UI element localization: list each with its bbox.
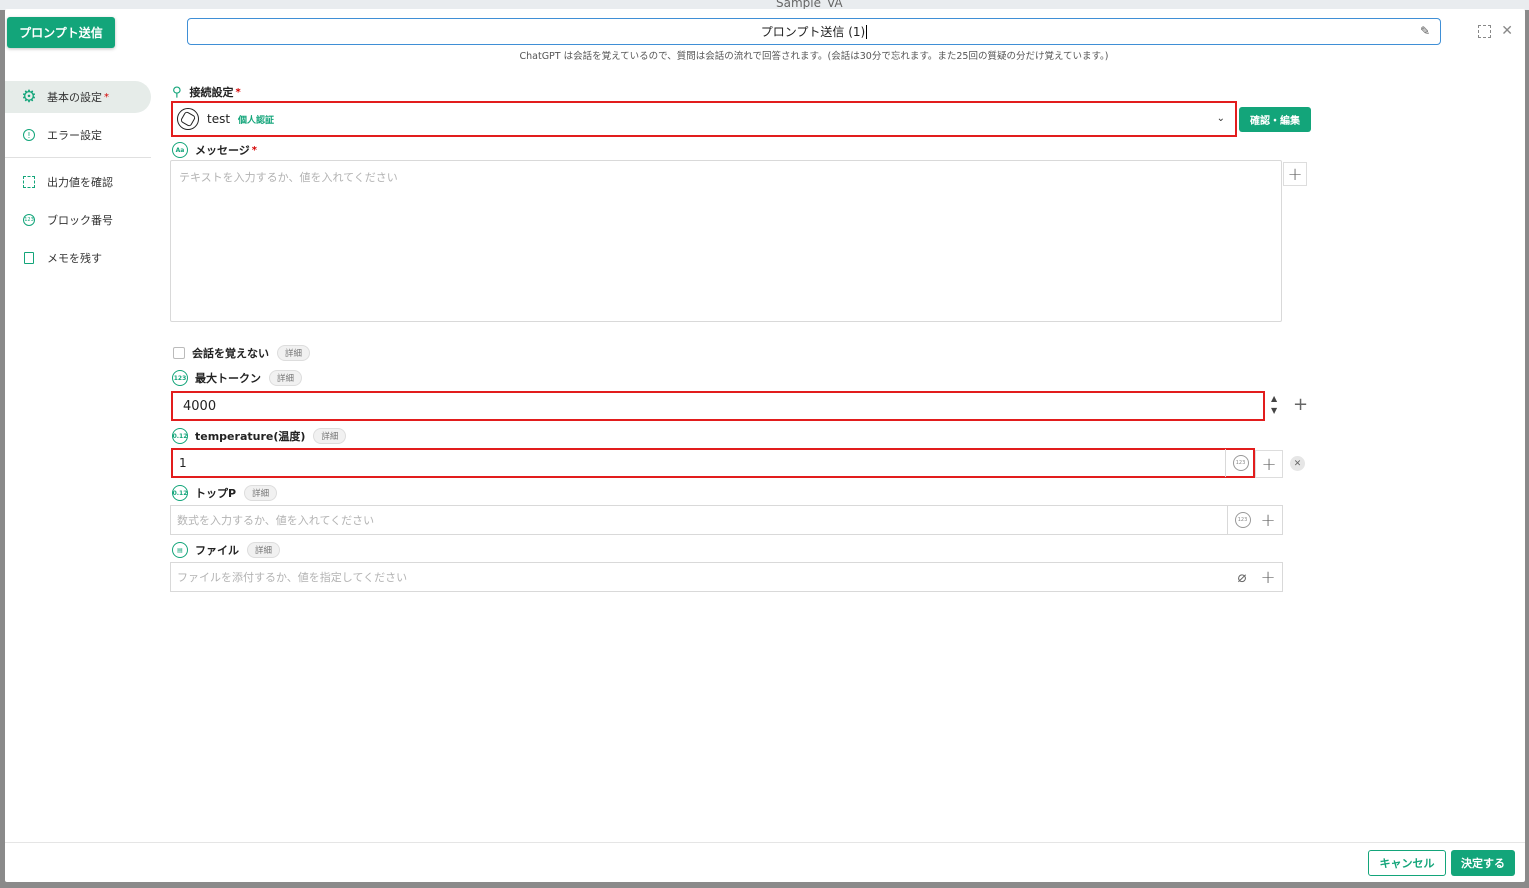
temperature-label: 0.12 temperature(温度) 詳細 [172, 428, 347, 444]
detail-button[interactable]: 詳細 [269, 370, 303, 386]
file-placeholder: ファイルを添付するか、値を指定してください [177, 571, 408, 584]
no-memory-label-text: 会話を覚えない [192, 347, 269, 360]
text-field-icon: Aa [172, 142, 188, 158]
message-add-button[interactable]: + [1283, 162, 1307, 186]
required-mark: * [251, 144, 258, 156]
openai-logo-icon [177, 108, 199, 130]
attach-button[interactable]: ⌀ [1227, 562, 1257, 592]
chevron-down-icon: ⌄ [1216, 113, 1225, 124]
spin-down-icon[interactable]: ▼ [1271, 405, 1277, 417]
required-mark: * [235, 86, 241, 98]
paperclip-icon: ⌀ [1237, 568, 1247, 586]
max-tokens-label: 123 最大トークン 詳細 [172, 370, 303, 386]
required-mark: * [104, 91, 109, 103]
max-tokens-add-button[interactable]: + [1293, 394, 1308, 415]
file-label: ▤ ファイル 詳細 [172, 542, 281, 558]
block-settings-modal: プロンプト送信 プロンプト送信 (1) ✎ ChatGPT は会話を覚えているの… [5, 9, 1525, 882]
temperature-number-toggle[interactable]: 123 [1225, 449, 1255, 477]
number-circle-icon: 123 [172, 370, 188, 386]
detail-button[interactable]: 詳細 [244, 485, 278, 501]
detail-button[interactable]: 詳細 [277, 345, 311, 361]
top-p-label-text: トップP [195, 487, 237, 500]
frame-icon [19, 172, 39, 192]
number-circle-icon: 123 [1234, 512, 1251, 528]
no-memory-checkbox[interactable] [173, 347, 185, 359]
detail-button[interactable]: 詳細 [313, 428, 347, 444]
file-add-button[interactable]: + [1256, 565, 1280, 589]
temperature-value: 1 [179, 456, 187, 470]
message-placeholder: テキストを入力するか、値を入れてください [179, 171, 398, 184]
clear-icon[interactable]: ✕ [1290, 456, 1305, 471]
block-title-input[interactable]: プロンプト送信 (1) ✎ [187, 18, 1441, 45]
temperature-label-text: temperature(温度) [195, 430, 306, 443]
close-icon[interactable]: ✕ [1501, 23, 1513, 39]
pencil-icon[interactable]: ✎ [1420, 24, 1430, 38]
sidebar-item-error[interactable]: ! エラー設定 [5, 119, 155, 151]
top-p-placeholder: 数式を入力するか、値を入れてください [177, 514, 375, 527]
connection-value: test [207, 112, 231, 126]
modal-footer [5, 842, 1525, 882]
connection-select[interactable]: test 個人認証 ⌄ [171, 101, 1237, 137]
temperature-add-button[interactable]: + [1255, 450, 1283, 478]
connection-label-text: 接続設定 [189, 86, 234, 99]
top-p-label: 0.12 トップP 詳細 [172, 485, 278, 501]
max-tokens-value: 4000 [183, 398, 217, 414]
memory-note: ChatGPT は会話を覚えているので、質問は会話の流れで回答されます。(会話は… [519, 51, 1109, 62]
number-circle-icon: 123 [1232, 455, 1249, 471]
sidebar-item-basic[interactable]: ⚙ 基本の設定 * [5, 81, 151, 113]
top-p-number-toggle[interactable]: 123 [1227, 505, 1257, 535]
message-label-text: メッセージ [195, 144, 250, 157]
block-type-button[interactable]: プロンプト送信 [7, 17, 115, 48]
confirm-edit-button[interactable]: 確認・編集 [1239, 107, 1311, 132]
memo-icon [19, 248, 39, 268]
message-label: Aa メッセージ * [172, 142, 257, 158]
settings-sidebar: ⚙ 基本の設定 * ! エラー設定 出力値を確認 123 ブロック番号 メモを残… [5, 81, 155, 280]
file-input[interactable]: ファイルを添付するか、値を指定してください [170, 562, 1283, 592]
gear-icon: ⚙ [21, 87, 37, 107]
max-tokens-input[interactable]: 4000 [171, 391, 1265, 421]
number-circle-icon: 123 [19, 210, 39, 230]
decimal-circle-icon: 0.12 [172, 428, 188, 444]
sidebar-item-block-number[interactable]: 123 ブロック番号 [5, 204, 155, 236]
max-tokens-label-text: 最大トークン [195, 372, 261, 385]
file-label-text: ファイル [195, 544, 239, 557]
sidebar-divider [5, 157, 151, 158]
sidebar-item-label: 出力値を確認 [47, 176, 113, 189]
connection-label: ⚲ 接続設定 * [172, 84, 241, 100]
block-title-value: プロンプト送信 (1) [760, 25, 866, 39]
sidebar-item-memo[interactable]: メモを残す [5, 242, 155, 274]
confirm-button[interactable]: 決定する [1451, 850, 1515, 876]
cancel-button[interactable]: キャンセル [1368, 850, 1446, 876]
sidebar-item-label: 基本の設定 [47, 91, 102, 104]
top-p-add-button[interactable]: + [1256, 508, 1280, 532]
alert-circle-icon: ! [19, 125, 39, 145]
spin-up-icon[interactable]: ▲ [1271, 393, 1277, 405]
file-icon: ▤ [172, 542, 188, 558]
sidebar-item-label: エラー設定 [47, 129, 102, 142]
decimal-circle-icon: 0.12 [172, 485, 188, 501]
message-textarea[interactable]: テキストを入力するか、値を入れてください [170, 160, 1282, 322]
top-right-icons: ✕ [1478, 23, 1513, 39]
number-spinner[interactable]: ▲ ▼ [1271, 393, 1277, 417]
auth-badge: 個人認証 [238, 115, 275, 126]
detail-button[interactable]: 詳細 [247, 542, 281, 558]
no-memory-label: 会話を覚えない 詳細 [192, 345, 311, 361]
sidebar-item-output[interactable]: 出力値を確認 [5, 166, 155, 198]
text-caret [866, 24, 868, 39]
plug-icon: ⚲ [172, 84, 182, 100]
top-p-input[interactable]: 数式を入力するか、値を入れてください [170, 505, 1283, 535]
temperature-input[interactable]: 1 [171, 448, 1255, 478]
selection-icon[interactable] [1478, 24, 1492, 38]
sidebar-item-label: ブロック番号 [47, 214, 113, 227]
sidebar-item-label: メモを残す [47, 252, 102, 265]
